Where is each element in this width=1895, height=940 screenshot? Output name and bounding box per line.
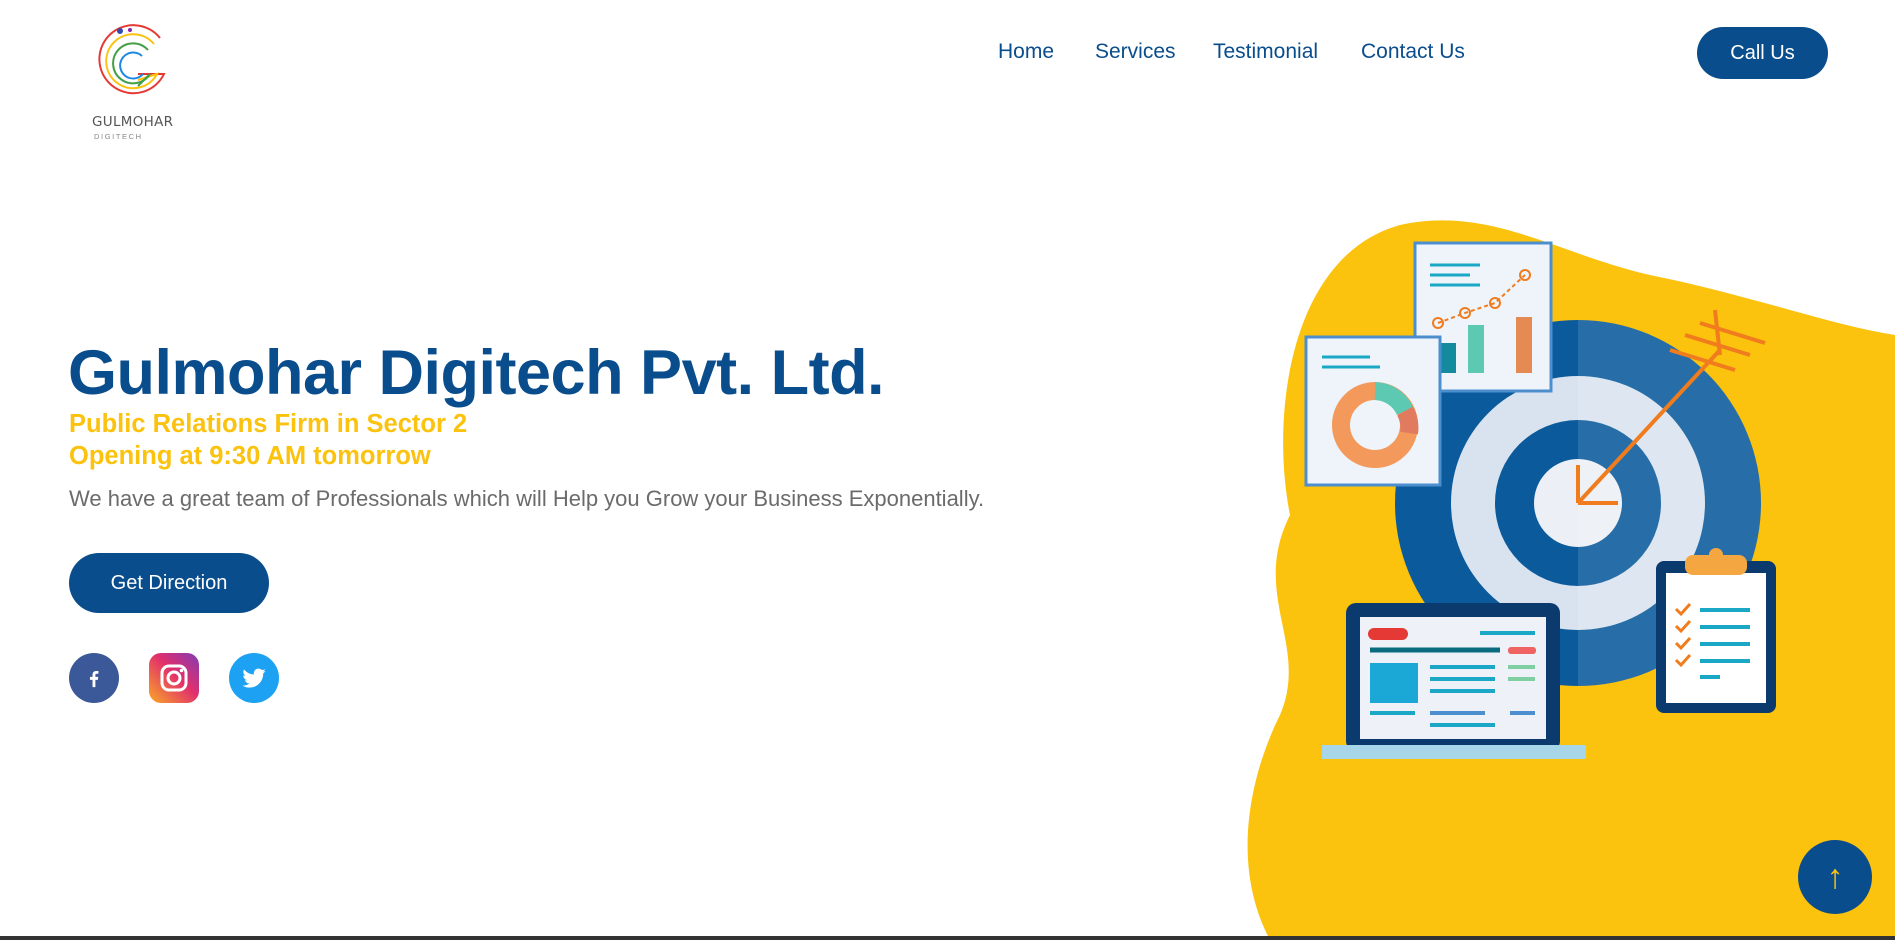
instagram-link[interactable] — [149, 653, 199, 703]
scroll-to-top-button[interactable]: ↑ — [1798, 840, 1872, 914]
hero-illustration — [1247, 220, 1895, 940]
donut-chart-card-icon — [1304, 335, 1442, 487]
twitter-link[interactable] — [229, 653, 279, 703]
twitter-icon — [242, 668, 266, 688]
hero-subtitle-category: Public Relations Firm in Sector 2 — [69, 410, 468, 438]
logo-tagline: DIGITECH — [94, 132, 143, 141]
logo-brand-name: GULMOHAR — [92, 114, 174, 130]
arrow-up-icon: ↑ — [1826, 857, 1844, 896]
page-title: Gulmohar Digitech Pvt. Ltd. — [68, 338, 885, 408]
nav-contact-us[interactable]: Contact Us — [1361, 40, 1465, 64]
nav-home[interactable]: Home — [998, 40, 1054, 64]
nav-services[interactable]: Services — [1095, 40, 1176, 64]
instagram-icon — [160, 664, 188, 692]
nav-testimonial[interactable]: Testimonial — [1213, 40, 1318, 64]
bottom-bar — [0, 936, 1895, 940]
facebook-icon — [89, 670, 99, 688]
clipboard-icon — [1656, 548, 1776, 713]
call-us-button[interactable]: Call Us — [1697, 27, 1828, 79]
get-direction-button[interactable]: Get Direction — [69, 553, 269, 613]
laptop-icon — [1322, 603, 1586, 759]
logo-mark-icon — [98, 24, 166, 95]
hero-subtitle-hours: Opening at 9:30 AM tomorrow — [69, 442, 431, 470]
logo[interactable]: GULMOHAR DIGITECH — [84, 24, 184, 144]
hero-description: We have a great team of Professionals wh… — [69, 486, 985, 511]
facebook-link[interactable] — [69, 653, 119, 703]
